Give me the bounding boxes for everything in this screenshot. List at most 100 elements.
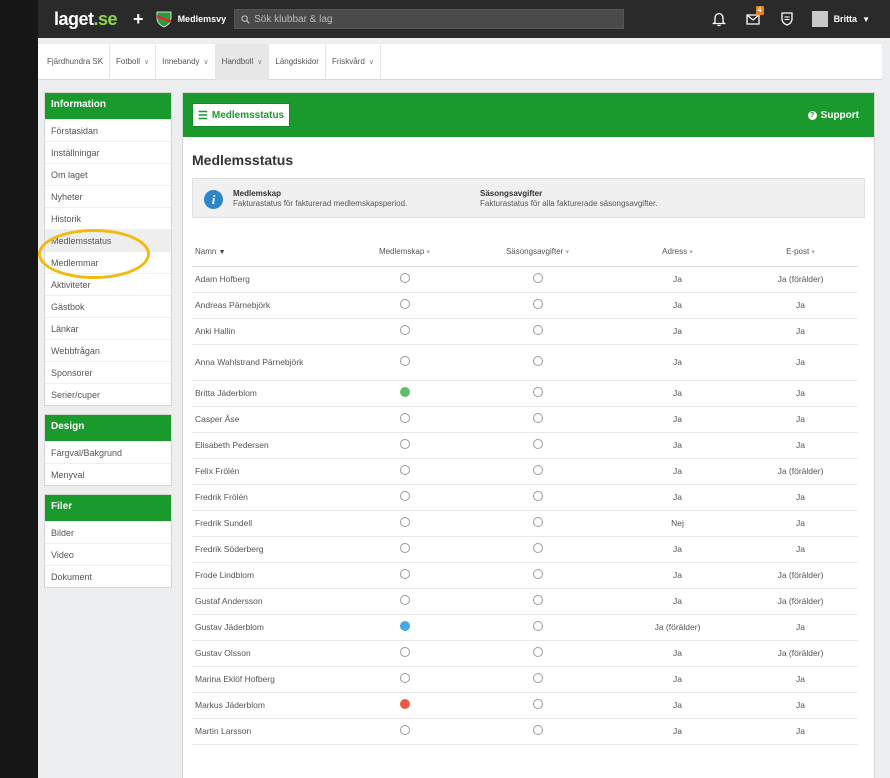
- logo[interactable]: laget.se: [54, 9, 118, 30]
- season-status-icon[interactable]: [532, 491, 543, 501]
- membership-status-icon[interactable]: [399, 725, 410, 735]
- member-name[interactable]: Fredrik Frölén: [192, 484, 346, 511]
- table-row[interactable]: Fredrik Sundell Nej Ja: [192, 510, 858, 537]
- sidebar-item-lankar[interactable]: Länkar: [45, 317, 171, 339]
- column-header-name[interactable]: Namn ▼: [192, 238, 346, 267]
- search-input[interactable]: [254, 13, 615, 25]
- member-name[interactable]: Gustav Jäderblom: [192, 614, 346, 641]
- season-status-icon[interactable]: [532, 647, 543, 657]
- table-row[interactable]: Gustav Olsson Ja Ja (förälder): [192, 640, 858, 667]
- season-status-icon[interactable]: [532, 465, 543, 475]
- messages-icon[interactable]: 4: [742, 6, 764, 30]
- sidebar-item-nyheter[interactable]: Nyheter: [45, 185, 171, 207]
- column-header-email[interactable]: E-post ▾: [743, 238, 858, 267]
- season-status-icon[interactable]: [532, 413, 543, 423]
- member-name[interactable]: Gustaf Andersson: [192, 588, 346, 615]
- membership-status-icon[interactable]: [399, 699, 410, 709]
- table-row[interactable]: Elisabeth Pedersen Ja Ja: [192, 432, 858, 459]
- membership-status-icon[interactable]: [399, 569, 410, 579]
- membership-status-icon[interactable]: [399, 595, 410, 605]
- section-menu-button[interactable]: ☰ Medlemsstatus: [192, 103, 291, 127]
- table-row[interactable]: Casper Åse Ja Ja: [192, 406, 858, 433]
- sidebar-item-fargval[interactable]: Färgval/Bakgrund: [45, 441, 171, 463]
- plus-icon[interactable]: +: [133, 10, 144, 28]
- membership-status-icon[interactable]: [399, 491, 410, 501]
- avatar[interactable]: [811, 11, 828, 27]
- column-header-season[interactable]: Säsongsavgifter ▾: [463, 238, 612, 267]
- table-row[interactable]: Martin Larsson Ja Ja: [192, 718, 858, 745]
- season-status-icon[interactable]: [532, 356, 543, 366]
- subnav-item-langdskidor[interactable]: Längdskidor: [269, 43, 326, 80]
- table-row[interactable]: Andreas Pärnebjörk Ja Ja: [192, 292, 858, 319]
- season-status-icon[interactable]: [532, 725, 543, 735]
- search-box[interactable]: [234, 9, 625, 29]
- table-row[interactable]: Fredrik Söderberg Ja Ja: [192, 536, 858, 563]
- membership-status-icon[interactable]: [399, 621, 410, 631]
- table-row[interactable]: Marina Eklöf Hofberg Ja Ja: [192, 666, 858, 693]
- table-row[interactable]: Markus Jäderblom Ja Ja: [192, 692, 858, 719]
- season-status-icon[interactable]: [532, 299, 543, 309]
- caret-down-icon[interactable]: ▼: [862, 15, 870, 24]
- membership-status-icon[interactable]: [399, 413, 410, 423]
- table-row[interactable]: Gustav Jäderblom Ja (förälder) Ja: [192, 614, 858, 641]
- member-name[interactable]: Martin Larsson: [192, 718, 346, 745]
- membership-status-icon[interactable]: [399, 299, 410, 309]
- season-status-icon[interactable]: [532, 325, 543, 335]
- member-name[interactable]: Andreas Pärnebjörk: [192, 292, 346, 319]
- subnav-item-friskvard[interactable]: Friskvård ∨: [326, 43, 381, 80]
- membership-status-icon[interactable]: [399, 387, 410, 397]
- membership-status-icon[interactable]: [399, 465, 410, 475]
- membership-status-icon[interactable]: [399, 325, 410, 335]
- sidebar-item-dokument[interactable]: Dokument: [45, 565, 171, 587]
- member-name[interactable]: Adam Hofberg: [192, 266, 346, 293]
- shield-icon[interactable]: [776, 8, 798, 30]
- membership-status-icon[interactable]: [399, 543, 410, 553]
- table-row[interactable]: Felix Frölén Ja Ja (förälder): [192, 458, 858, 485]
- sidebar-item-menyval[interactable]: Menyval: [45, 463, 171, 485]
- table-row[interactable]: Anna Wahlstrand Pärnebjörk Ja Ja: [192, 344, 858, 381]
- membership-status-icon[interactable]: [399, 273, 410, 283]
- sidebar-item-historik[interactable]: Historik: [45, 207, 171, 229]
- subnav-item-handboll[interactable]: Handboll ∨: [215, 43, 270, 80]
- member-name[interactable]: Marina Eklöf Hofberg: [192, 666, 346, 693]
- subnav-item-fotboll[interactable]: Fotboll ∨: [110, 43, 157, 80]
- season-status-icon[interactable]: [532, 621, 543, 631]
- season-status-icon[interactable]: [532, 569, 543, 579]
- membership-status-icon[interactable]: [399, 356, 410, 366]
- bell-icon[interactable]: [708, 8, 730, 30]
- season-status-icon[interactable]: [532, 273, 543, 283]
- member-name[interactable]: Felix Frölén: [192, 458, 346, 485]
- season-status-icon[interactable]: [532, 543, 543, 553]
- support-link[interactable]: ? Support: [807, 110, 859, 121]
- column-header-membership[interactable]: Medlemskap ▾: [346, 238, 463, 267]
- subnav-item-club[interactable]: Fjärdhundra SK: [38, 43, 111, 80]
- sidebar-item-gastbok[interactable]: Gästbok: [45, 295, 171, 317]
- season-status-icon[interactable]: [532, 699, 543, 709]
- member-name[interactable]: Frode Lindblom: [192, 562, 346, 589]
- table-row[interactable]: Frode Lindblom Ja Ja (förälder): [192, 562, 858, 589]
- username[interactable]: Britta: [834, 14, 858, 24]
- season-status-icon[interactable]: [532, 517, 543, 527]
- membership-status-icon[interactable]: [399, 673, 410, 683]
- member-name[interactable]: Gustav Olsson: [192, 640, 346, 667]
- season-status-icon[interactable]: [532, 439, 543, 449]
- member-name[interactable]: Markus Jäderblom: [192, 692, 346, 719]
- table-row[interactable]: Adam Hofberg Ja Ja (förälder): [192, 266, 858, 293]
- sidebar-item-serier-cuper[interactable]: Serier/cuper: [45, 383, 171, 405]
- member-name[interactable]: Fredrik Söderberg: [192, 536, 346, 563]
- membership-status-icon[interactable]: [399, 439, 410, 449]
- sidebar-item-om-laget[interactable]: Om laget: [45, 163, 171, 185]
- member-name[interactable]: Britta Jäderblom: [192, 380, 346, 407]
- sidebar-item-webbfragan[interactable]: Webbfrågan: [45, 339, 171, 361]
- season-status-icon[interactable]: [532, 387, 543, 397]
- sidebar-item-video[interactable]: Video: [45, 543, 171, 565]
- membership-status-icon[interactable]: [399, 517, 410, 527]
- season-status-icon[interactable]: [532, 673, 543, 683]
- member-name[interactable]: Fredrik Sundell: [192, 510, 346, 537]
- sidebar-item-bilder[interactable]: Bilder: [45, 521, 171, 543]
- team-view-label[interactable]: Medlemsvy: [178, 14, 227, 24]
- membership-status-icon[interactable]: [399, 647, 410, 657]
- member-name[interactable]: Elisabeth Pedersen: [192, 432, 346, 459]
- subnav-item-innebandy[interactable]: Innebandy ∨: [156, 43, 216, 80]
- member-name[interactable]: Casper Åse: [192, 406, 346, 433]
